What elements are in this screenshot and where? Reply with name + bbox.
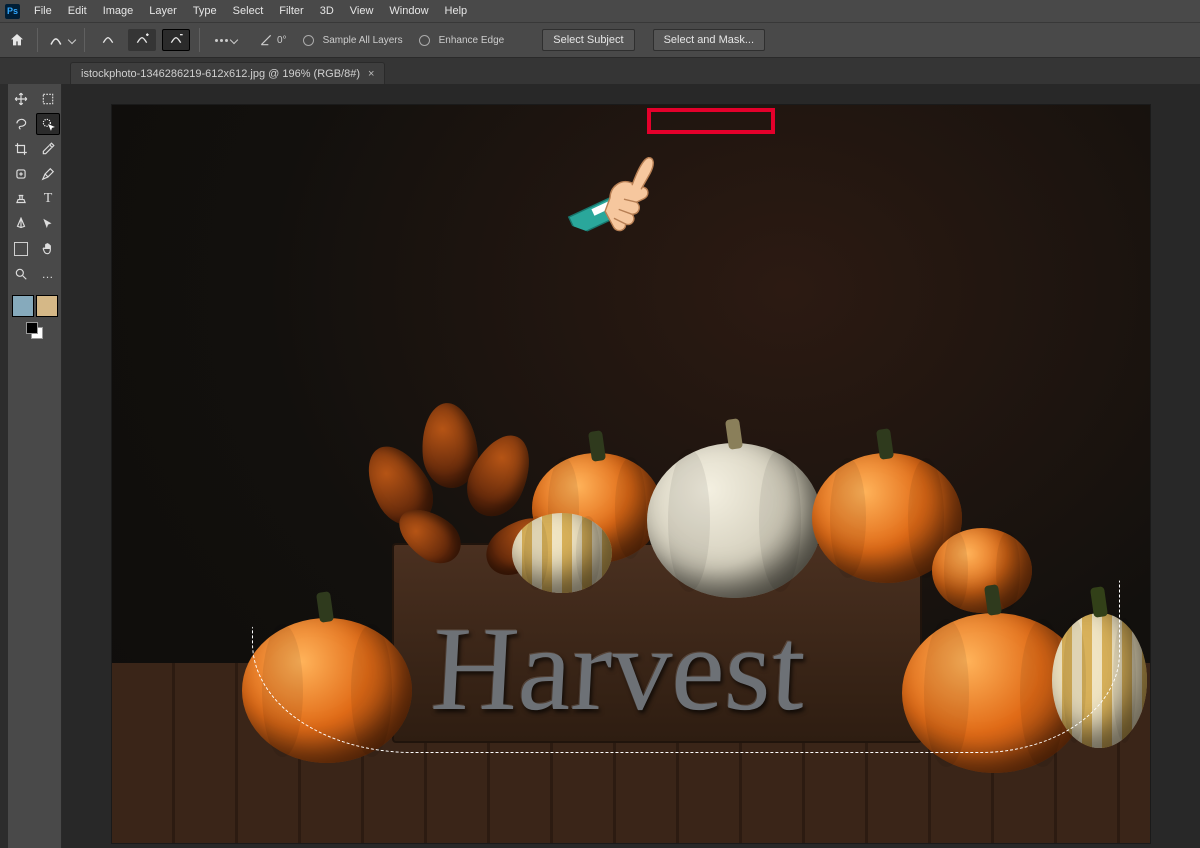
background-color-swatch[interactable] — [36, 295, 58, 317]
lasso-tool-icon[interactable] — [9, 113, 33, 135]
app-logo: Ps — [5, 4, 20, 19]
eyedropper-tool-icon[interactable] — [36, 138, 60, 160]
menu-edit[interactable]: Edit — [60, 2, 95, 20]
harvest-sign-text: Harvest — [428, 600, 808, 738]
canvas-area: Harvest — [62, 84, 1200, 848]
brush-preset-icon[interactable] — [209, 29, 243, 51]
type-tool-icon[interactable]: T — [36, 188, 60, 210]
path-selection-tool-icon[interactable] — [36, 213, 60, 235]
menu-image[interactable]: Image — [95, 2, 142, 20]
angle-icon — [259, 33, 273, 47]
clone-stamp-tool-icon[interactable] — [9, 188, 33, 210]
document-tab-label: istockphoto-1346286219-612x612.jpg @ 196… — [81, 68, 360, 80]
select-subject-button[interactable]: Select Subject — [542, 29, 634, 51]
close-icon[interactable]: × — [368, 68, 374, 80]
color-swatches[interactable] — [10, 293, 60, 319]
menu-view[interactable]: View — [342, 2, 382, 20]
annotation-highlight-box — [647, 108, 775, 134]
quick-selection-tool-icon[interactable] — [36, 113, 60, 135]
frame-tool-icon[interactable] — [9, 238, 33, 260]
checkbox-icon — [419, 35, 430, 46]
hand-tool-icon[interactable] — [36, 238, 60, 260]
menu-select[interactable]: Select — [225, 2, 272, 20]
brush-angle-value[interactable]: 0° — [277, 35, 287, 46]
sample-all-layers-option[interactable]: Sample All Layers — [303, 35, 403, 46]
menu-file[interactable]: File — [26, 2, 60, 20]
active-tool-preset-icon[interactable] — [47, 29, 75, 51]
brush-tool-icon[interactable] — [36, 163, 60, 185]
crop-tool-icon[interactable] — [9, 138, 33, 160]
new-selection-icon[interactable] — [94, 29, 122, 51]
default-colors-icon[interactable] — [26, 322, 44, 340]
menu-help[interactable]: Help — [437, 2, 476, 20]
main-menu-bar: Ps File Edit Image Layer Type Select Fil… — [0, 0, 1200, 22]
healing-brush-tool-icon[interactable] — [9, 163, 33, 185]
menu-layer[interactable]: Layer — [141, 2, 185, 20]
workspace: T … — [0, 84, 1200, 848]
home-icon[interactable] — [6, 29, 28, 51]
options-bar: 0° Sample All Layers Enhance Edge Select… — [0, 22, 1200, 58]
tools-panel: T … — [8, 84, 62, 848]
zoom-tool-icon[interactable] — [9, 263, 33, 285]
document-tab[interactable]: istockphoto-1346286219-612x612.jpg @ 196… — [70, 62, 385, 84]
sample-all-layers-label: Sample All Layers — [323, 35, 403, 46]
foreground-color-swatch[interactable] — [12, 295, 34, 317]
menu-3d[interactable]: 3D — [312, 2, 342, 20]
select-and-mask-button[interactable]: Select and Mask... — [653, 29, 766, 51]
menu-type[interactable]: Type — [185, 2, 225, 20]
menu-filter[interactable]: Filter — [271, 2, 311, 20]
checkbox-icon — [303, 35, 314, 46]
brush-dots-icon — [215, 39, 228, 42]
add-to-selection-icon[interactable] — [128, 29, 156, 51]
move-tool-icon[interactable] — [9, 88, 33, 110]
edit-toolbar-icon[interactable]: … — [36, 263, 60, 285]
marquee-tool-icon[interactable] — [36, 88, 60, 110]
enhance-edge-option[interactable]: Enhance Edge — [419, 35, 505, 46]
subtract-from-selection-icon[interactable] — [162, 29, 190, 51]
menu-window[interactable]: Window — [381, 2, 436, 20]
pen-tool-icon[interactable] — [9, 213, 33, 235]
enhance-edge-label: Enhance Edge — [439, 35, 505, 46]
document-tab-bar: istockphoto-1346286219-612x612.jpg @ 196… — [0, 58, 1200, 84]
